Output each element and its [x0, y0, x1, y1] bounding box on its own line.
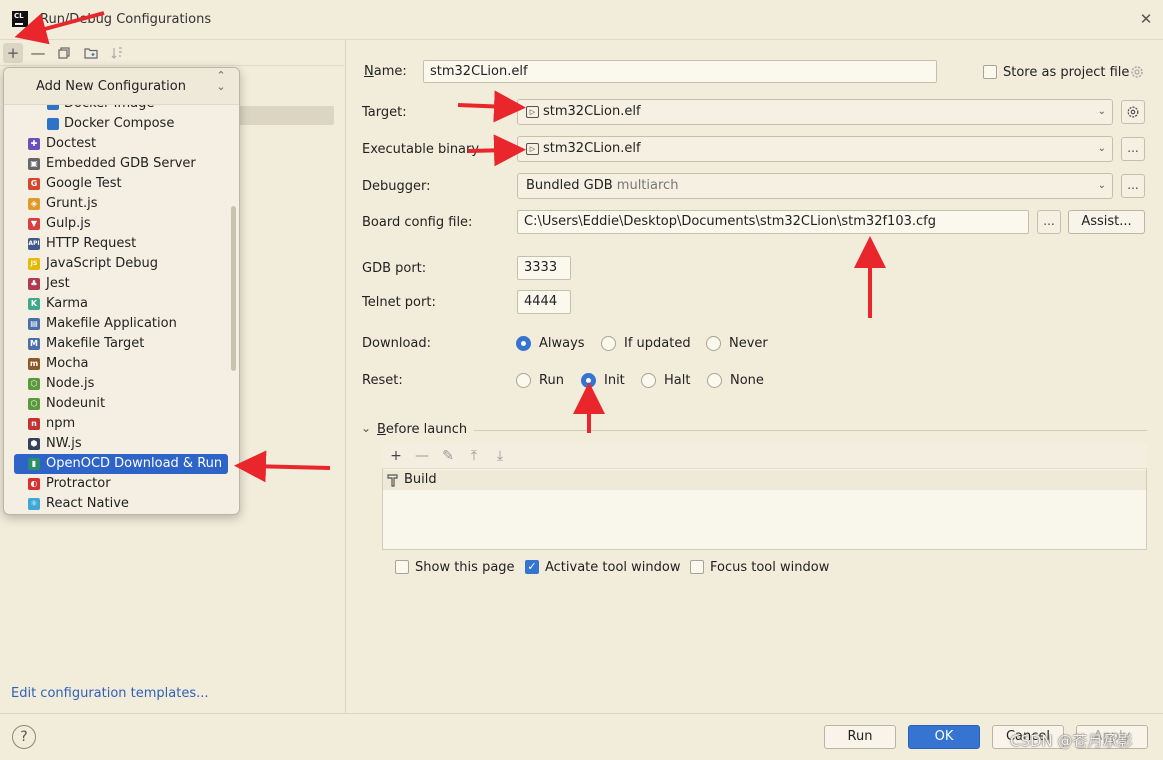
annotation-arrow: [467, 134, 526, 167]
annotation-arrows: [14, 11, 886, 483]
annotation-arrow: [457, 90, 526, 123]
annotation-arrow: [234, 450, 331, 483]
annotation-arrow: [14, 11, 105, 45]
